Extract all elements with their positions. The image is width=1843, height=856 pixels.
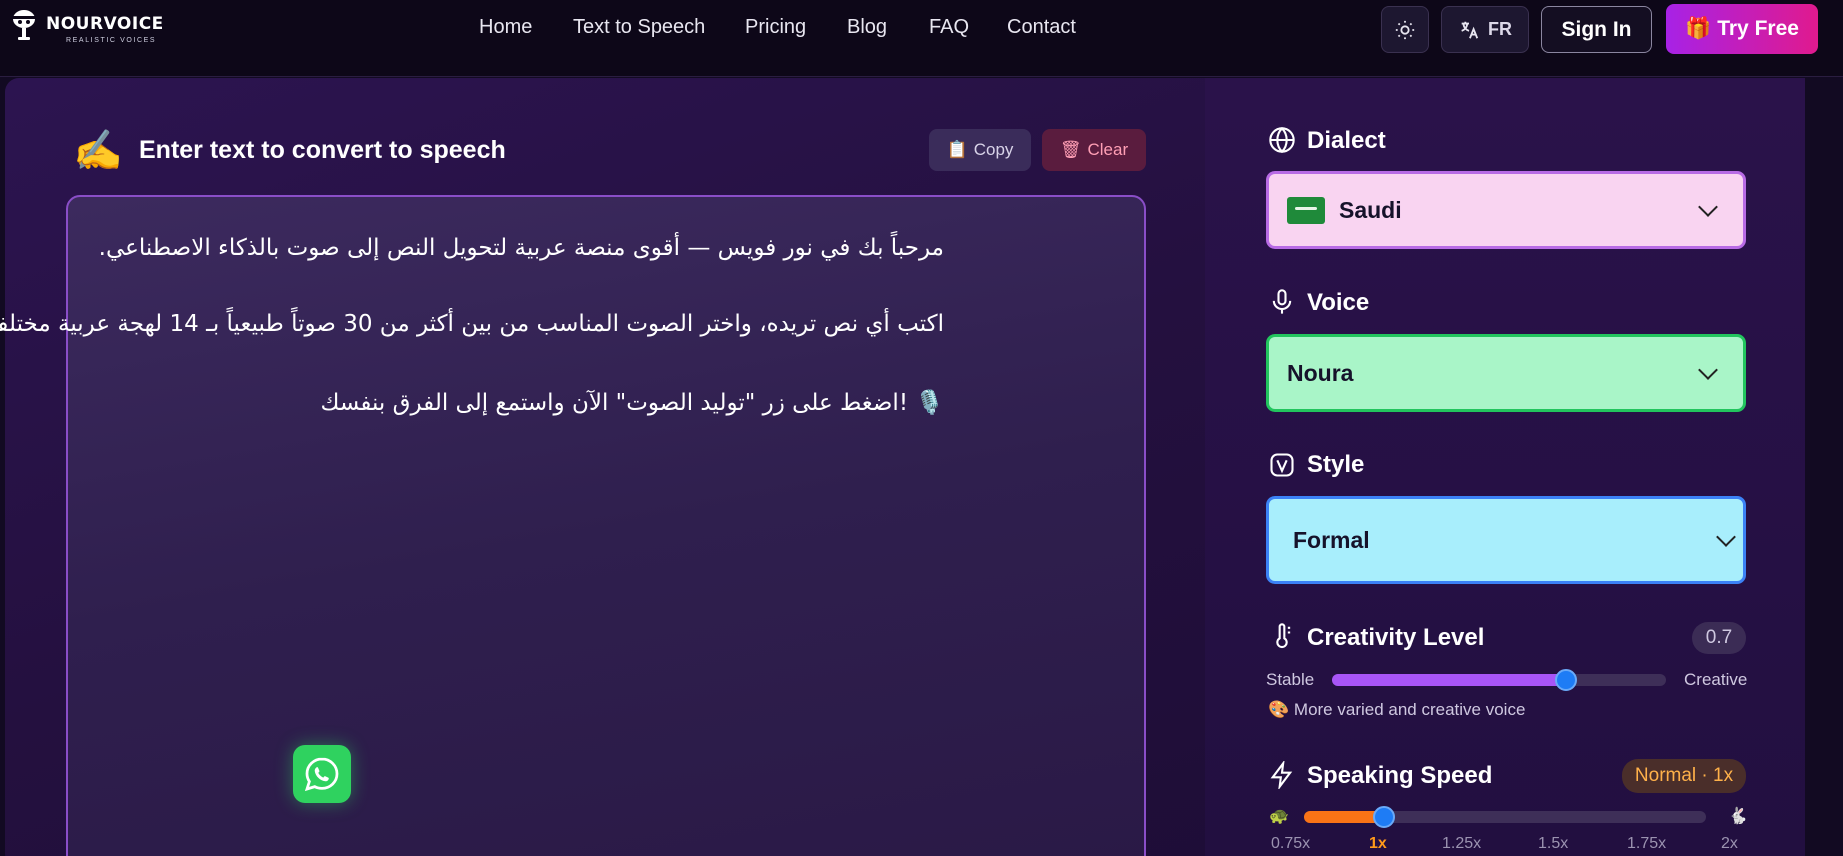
writing-hand-icon: ✍️ xyxy=(73,129,123,173)
text-line-2: اكتب أي نص تريده، واختر الصوت المناسب من… xyxy=(0,311,944,337)
style-value: Formal xyxy=(1293,526,1370,553)
language-label: FR xyxy=(1488,19,1512,39)
voice-select[interactable]: Noura xyxy=(1266,334,1746,412)
chevron-down-icon xyxy=(1698,197,1718,217)
clipboard-icon: 📋 xyxy=(946,140,968,159)
text-input-area[interactable]: مرحباً بك في نور فويس — أقوى منصة عربية … xyxy=(0,195,1146,856)
speed-tick: 0.75x xyxy=(1271,835,1311,852)
hare-icon: 🐇 xyxy=(1728,808,1748,825)
brand-name: NOURVOICE xyxy=(46,14,164,34)
dialect-value: Saudi xyxy=(1339,196,1402,223)
theme-toggle-button[interactable] xyxy=(1381,6,1429,53)
chevron-down-icon xyxy=(1716,527,1736,547)
speed-tick: 1.75x xyxy=(1627,835,1667,852)
try-free-button[interactable]: 🎁 Try Free xyxy=(1666,4,1818,54)
creativity-slider-thumb[interactable] xyxy=(1555,669,1577,691)
whatsapp-button[interactable] xyxy=(293,745,351,803)
creativity-label: Creativity Level xyxy=(1307,624,1485,651)
speed-slider[interactable] xyxy=(1304,806,1706,828)
thermometer-icon xyxy=(1276,623,1291,649)
dialect-select[interactable]: Saudi xyxy=(1266,171,1746,249)
brand-mascot-icon xyxy=(13,10,35,40)
creativity-min-label: Stable xyxy=(1266,670,1315,689)
creativity-hint: 🎨 More varied and creative voice xyxy=(1268,700,1525,720)
brand-tagline: REALISTIC VOICES xyxy=(66,37,157,44)
saudi-flag-icon xyxy=(1287,196,1325,224)
tortoise-icon: 🐢 xyxy=(1269,808,1289,825)
gift-icon: 🎁 xyxy=(1685,17,1712,40)
microphone-icon xyxy=(1272,289,1292,314)
globe-icon xyxy=(1269,126,1295,154)
style-label: Style xyxy=(1307,451,1365,478)
speed-slider-thumb[interactable] xyxy=(1373,806,1395,828)
language-button[interactable]: FR xyxy=(1441,6,1529,53)
voice-label: Voice xyxy=(1307,289,1370,316)
top-nav: NOURVOICE REALISTIC VOICES Home Text to … xyxy=(0,0,1843,77)
dialect-label: Dialect xyxy=(1307,127,1386,154)
lightning-icon xyxy=(1270,761,1293,789)
palette-icon: 🎨 xyxy=(1268,700,1290,719)
speed-tick: 2x xyxy=(1721,835,1738,852)
voice-value: Noura xyxy=(1287,359,1354,386)
copy-button[interactable]: 📋 Copy xyxy=(929,129,1031,171)
nav-contact[interactable]: Contact xyxy=(1007,16,1076,39)
clear-button[interactable]: 🗑 Clear xyxy=(1042,129,1146,171)
clear-label: Clear xyxy=(1087,140,1129,159)
nav-faq[interactable]: FAQ xyxy=(929,16,969,39)
nav-text-to-speech[interactable]: Text to Speech xyxy=(573,16,705,39)
brand-logo[interactable]: NOURVOICE REALISTIC VOICES xyxy=(8,6,168,46)
creativity-value-badge: 0.7 xyxy=(1692,622,1746,654)
sun-icon xyxy=(1395,20,1415,39)
sign-in-button[interactable]: Sign In xyxy=(1541,6,1652,53)
speed-label: Speaking Speed xyxy=(1307,762,1493,789)
creativity-max-label: Creative xyxy=(1684,670,1748,689)
speed-tick: 1x xyxy=(1369,835,1387,852)
creativity-hint-text: More varied and creative voice xyxy=(1293,700,1526,719)
trash-icon: 🗑 xyxy=(1059,140,1082,159)
style-icon xyxy=(1270,453,1294,477)
nav-blog[interactable]: Blog xyxy=(847,16,887,39)
nav-pricing[interactable]: Pricing xyxy=(745,16,806,39)
translate-icon xyxy=(1461,21,1479,39)
nav-home[interactable]: Home xyxy=(479,16,532,39)
text-line-1: مرحباً بك في نور فويس — أقوى منصة عربية … xyxy=(98,235,944,261)
speed-value-badge: Normal · 1x xyxy=(1622,759,1746,793)
copy-label: Copy xyxy=(973,140,1014,159)
speed-tick: 1.25x xyxy=(1442,835,1482,852)
speed-tick: 1.5x xyxy=(1538,835,1569,852)
text-line-3: 🎙️ !اضغط على زر "توليد الصوت" الآن واستم… xyxy=(320,390,944,416)
style-select[interactable]: Formal xyxy=(1266,496,1746,584)
creativity-slider-fill xyxy=(1332,674,1566,686)
whatsapp-icon xyxy=(304,757,339,792)
speed-slider-fill xyxy=(1304,811,1384,823)
creativity-slider[interactable] xyxy=(1332,669,1666,691)
try-free-label: Try Free xyxy=(1717,17,1799,40)
editor-title: Enter text to convert to speech xyxy=(139,136,506,164)
chevron-down-icon xyxy=(1698,360,1718,380)
